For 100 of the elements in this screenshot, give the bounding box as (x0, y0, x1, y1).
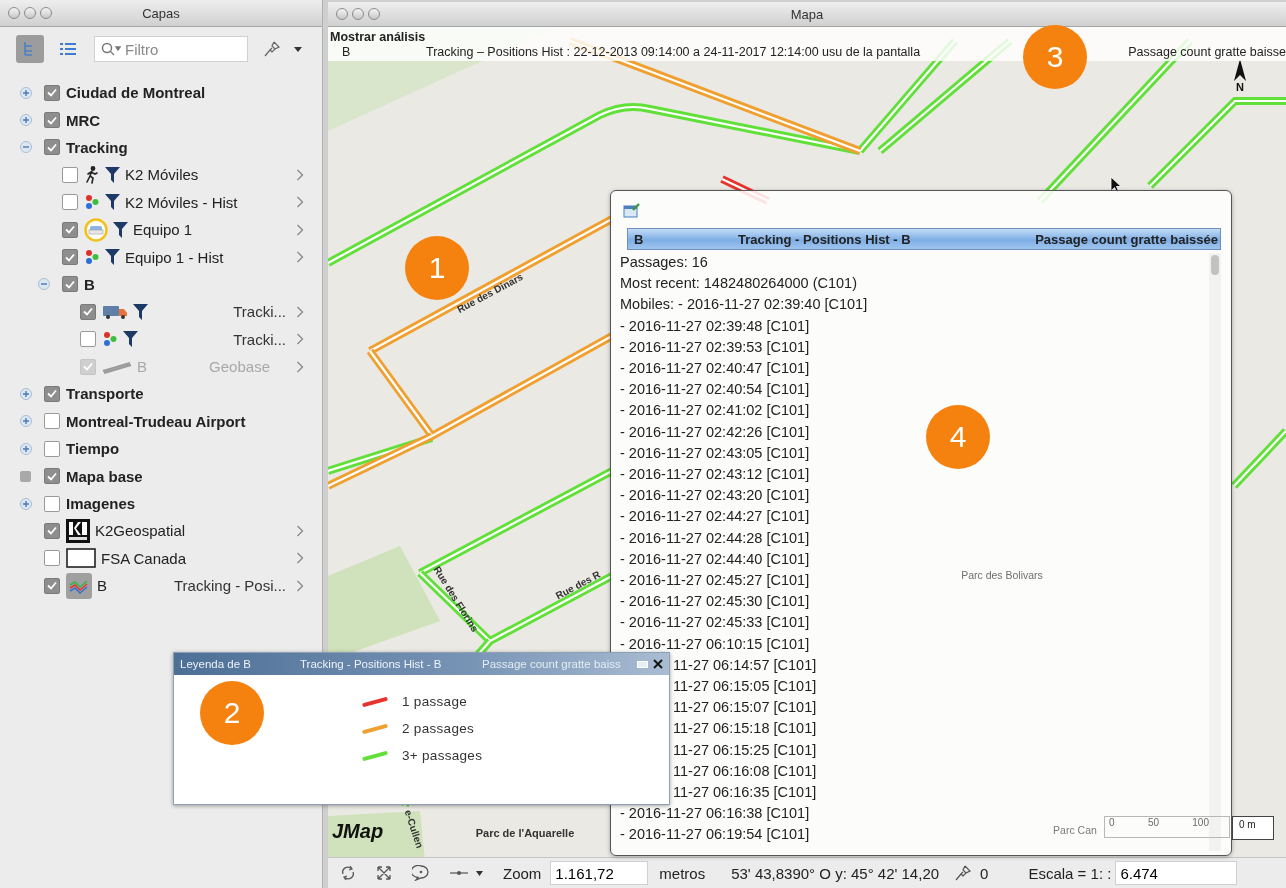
park-label: Parc des Bolivars (961, 569, 1043, 581)
layer-name[interactable]: Tracking (66, 138, 128, 156)
layer-name[interactable]: Transporte (66, 385, 144, 403)
lines-icon (102, 359, 132, 374)
search-field[interactable]: Filtro (94, 36, 248, 62)
layer-checkbox[interactable] (44, 84, 60, 101)
expand-icon[interactable] (20, 114, 32, 127)
expand-icon[interactable] (20, 86, 32, 99)
minimize-button[interactable] (24, 7, 36, 19)
chevron-right-icon[interactable] (296, 305, 304, 318)
chevron-right-icon[interactable] (296, 196, 304, 209)
scale-tick-label: 50 (1147, 817, 1159, 830)
layer-name[interactable]: FSA Canada (101, 549, 187, 567)
layer-checkbox[interactable] (44, 577, 60, 594)
expand-icon[interactable] (20, 388, 32, 400)
zoom-button[interactable] (40, 7, 52, 19)
layer-name[interactable]: Mapa base (66, 467, 143, 485)
layer-checkbox[interactable] (44, 112, 60, 129)
layer-checkbox[interactable] (44, 550, 60, 567)
checkmark-icon (65, 252, 75, 262)
expand-icon[interactable] (20, 415, 32, 428)
refresh-icon[interactable] (340, 865, 356, 881)
popup-text-line: - 2016-11-27 06:19:54 [C101] (620, 825, 810, 845)
popup-text-line: - 2016-11-27 02:45:30 [C101] (620, 592, 810, 612)
close-button[interactable] (8, 7, 20, 19)
layer-name[interactable]: Imagenes (66, 495, 136, 513)
analysis-metric: Passage count gratte baisse (1127, 45, 1286, 59)
funnel-icon[interactable] (105, 249, 120, 266)
layer-name[interactable]: Equipo 1 (133, 221, 193, 239)
layer-checkbox[interactable] (62, 276, 78, 293)
layer-checkbox[interactable] (62, 194, 78, 211)
scale-field[interactable]: 6.474 (1115, 861, 1238, 885)
popup-text-line: 11-27 06:15:05 [C101] (673, 677, 817, 697)
pin-window-icon[interactable] (623, 202, 641, 218)
checkmark-icon (83, 362, 93, 372)
funnel-icon[interactable] (113, 221, 128, 238)
collapse-icon[interactable] (38, 278, 50, 291)
layer-checkbox[interactable] (44, 413, 60, 430)
close-button[interactable] (336, 8, 348, 20)
popup-text-line: - 2016-11-27 02:39:48 [C101] (620, 316, 810, 336)
layer-checkbox[interactable] (80, 303, 96, 320)
layer-name[interactable]: K2 Móviles - Hist (125, 193, 238, 211)
layer-name[interactable]: B (97, 577, 107, 595)
layer-checkbox[interactable] (44, 522, 60, 539)
layer-checkbox[interactable] (62, 249, 78, 266)
caret-icon[interactable] (294, 46, 302, 52)
popup-text-line: 11-27 06:14:57 [C101] (673, 655, 817, 675)
layer-name[interactable]: Ciudad de Montreal (66, 84, 206, 102)
layer-name[interactable]: K2Geospatial (95, 522, 186, 540)
layer-checkbox[interactable] (44, 440, 60, 457)
popup-text-line: - 2016-11-27 02:45:33 [C101] (620, 613, 810, 633)
popup-text-line: - 2016-11-27 02:44:27 [C101] (620, 507, 810, 527)
layer-name[interactable]: K2 Móviles (125, 166, 199, 184)
funnel-icon[interactable] (123, 331, 138, 348)
chevron-right-icon[interactable] (296, 251, 304, 264)
chevron-right-icon[interactable] (296, 524, 304, 537)
layer-name[interactable]: Tiempo (66, 440, 120, 458)
fit-extent-icon[interactable] (376, 865, 392, 881)
pin-icon[interactable] (264, 41, 280, 57)
layer-name[interactable]: Montreal-Trudeau Airport (66, 412, 246, 430)
funnel-icon[interactable] (133, 303, 148, 320)
analysis-layer: B (341, 45, 352, 59)
minimize-button[interactable] (352, 8, 364, 20)
chevron-right-icon[interactable] (296, 168, 304, 181)
comment-icon[interactable] (412, 865, 430, 881)
layer-source: Tracki... (232, 303, 287, 321)
zoom-button[interactable] (368, 8, 380, 20)
layer-name[interactable]: MRC (66, 111, 101, 129)
layer-name[interactable]: B (84, 275, 95, 293)
expand-icon[interactable] (20, 497, 32, 510)
checkmark-icon (47, 142, 57, 152)
measure-line-icon[interactable] (450, 869, 468, 877)
close-icon[interactable] (653, 659, 663, 669)
popup-text-line: 11-27 06:16:08 [C101] (673, 761, 817, 781)
chevron-right-icon[interactable] (296, 223, 304, 236)
street-label: e-Cullen (402, 808, 426, 850)
popup-text-line: - 2016-11-27 02:43:20 [C101] (620, 486, 810, 506)
analysis-title[interactable]: Mostrar análisis (328, 27, 426, 44)
chevron-right-icon[interactable] (296, 552, 304, 565)
popup-text-line: - 2016-11-27 06:10:15 [C101] (620, 634, 810, 654)
layer-name[interactable]: Equipo 1 - Hist (125, 248, 224, 266)
pin-icon[interactable] (955, 865, 972, 881)
layer-checkbox[interactable] (44, 495, 60, 512)
zoom-field[interactable]: 1.161,72 (550, 861, 649, 885)
expand-icon[interactable] (20, 442, 32, 455)
layer-checkbox[interactable] (44, 468, 60, 485)
layer-checkbox[interactable] (80, 331, 96, 348)
popup-layer-title: Tracking - Positions Hist - B (738, 231, 912, 247)
layer-checkbox[interactable] (62, 166, 78, 183)
chevron-right-icon[interactable] (296, 579, 304, 592)
layer-checkbox[interactable] (44, 139, 60, 156)
layer-checkbox[interactable] (62, 221, 78, 238)
scrollbar[interactable] (1209, 253, 1221, 851)
chevron-right-icon[interactable] (296, 333, 304, 346)
collapse-icon[interactable] (20, 141, 32, 154)
funnel-icon[interactable] (105, 194, 120, 211)
funnel-icon[interactable] (105, 166, 120, 183)
caret-icon[interactable] (476, 870, 483, 876)
layer-checkbox[interactable] (44, 386, 60, 402)
dots-icon (84, 249, 100, 266)
